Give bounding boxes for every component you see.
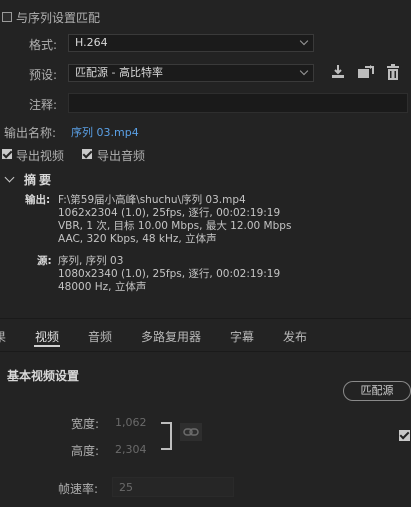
- tab-bar-divider: [0, 351, 411, 352]
- section-divider: [0, 318, 411, 319]
- tab-video-underline: [34, 345, 60, 347]
- framerate-field[interactable]: 25: [112, 477, 234, 497]
- comment-input[interactable]: [68, 93, 408, 113]
- summary-source-line: 序列, 序列 03: [58, 255, 124, 267]
- preset-label: 预设:: [29, 68, 58, 82]
- export-audio-label: 导出音频: [97, 149, 146, 163]
- match-source-button[interactable]: 匹配源: [343, 381, 411, 401]
- output-name-label: 输出名称:: [4, 126, 57, 140]
- tab-publish[interactable]: 发布: [283, 328, 307, 345]
- export-video-checkbox[interactable]: [2, 149, 12, 159]
- framerate-value: 25: [119, 481, 133, 494]
- height-value[interactable]: 2,304: [115, 443, 147, 456]
- comment-label: 注释:: [29, 98, 58, 112]
- summary-output-line: 1062x2304 (1.0), 25fps, 逐行, 00:02:19:19: [58, 207, 281, 219]
- tab-video[interactable]: 视频: [35, 328, 59, 345]
- tab-captions[interactable]: 字幕: [230, 328, 254, 345]
- summary-output-block: F:\第59届小高峰\shuchu\序列 03.mp4 1062x2304 (1…: [58, 194, 291, 246]
- height-label: 高度:: [71, 444, 100, 458]
- tab-multiplexer[interactable]: 多路复用器: [141, 328, 201, 345]
- save-preset-icon[interactable]: [357, 64, 375, 80]
- chevron-down-icon: [299, 36, 309, 46]
- link-icon[interactable]: [180, 423, 202, 441]
- framerate-label: 帧速率:: [58, 482, 99, 496]
- format-dropdown[interactable]: H.264: [68, 34, 314, 52]
- summary-source-line: 48000 Hz, 立体声: [58, 281, 147, 293]
- basic-video-title: 基本视频设置: [7, 369, 80, 383]
- match-sequence-checkbox[interactable]: [2, 12, 12, 22]
- export-audio-checkbox[interactable]: [82, 149, 92, 159]
- match-sequence-label: 与序列设置匹配: [16, 11, 101, 25]
- tab-audio[interactable]: 音频: [88, 328, 112, 345]
- summary-title: 摘要: [24, 173, 55, 187]
- summary-source-line: 1080x2340 (1.0), 25fps, 逐行, 00:02:19:19: [58, 268, 281, 280]
- export-video-label: 导出视频: [16, 149, 65, 163]
- output-name-link[interactable]: 序列 03.mp4: [71, 124, 139, 140]
- collapse-chevron-icon[interactable]: [4, 172, 15, 183]
- import-preset-icon[interactable]: [330, 64, 346, 80]
- summary-source-label: 源:: [37, 255, 52, 267]
- tab-effects[interactable]: 果: [0, 328, 6, 345]
- summary-output-line: VBR, 1 次, 目标 10.00 Mbps, 最大 12.00 Mbps: [58, 220, 292, 232]
- format-label: 格式:: [29, 38, 58, 52]
- delete-preset-icon[interactable]: [386, 64, 400, 80]
- preset-dropdown[interactable]: 匹配源 - 高比特率: [68, 64, 314, 82]
- summary-output-label: 输出:: [25, 194, 51, 206]
- format-value: H.264: [75, 36, 108, 49]
- width-label: 宽度:: [71, 417, 100, 431]
- preset-value: 匹配源 - 高比特率: [75, 66, 163, 79]
- link-bracket: [161, 422, 172, 450]
- width-value[interactable]: 1,062: [115, 416, 147, 429]
- chevron-down-icon: [299, 66, 309, 76]
- summary-output-line: AAC, 320 Kbps, 48 kHz, 立体声: [58, 233, 217, 245]
- summary-source-block: 序列, 序列 03 1080x2340 (1.0), 25fps, 逐行, 00…: [58, 255, 280, 294]
- summary-output-line: F:\第59届小高峰\shuchu\序列 03.mp4: [58, 194, 246, 206]
- checkbox-icon[interactable]: [399, 430, 410, 441]
